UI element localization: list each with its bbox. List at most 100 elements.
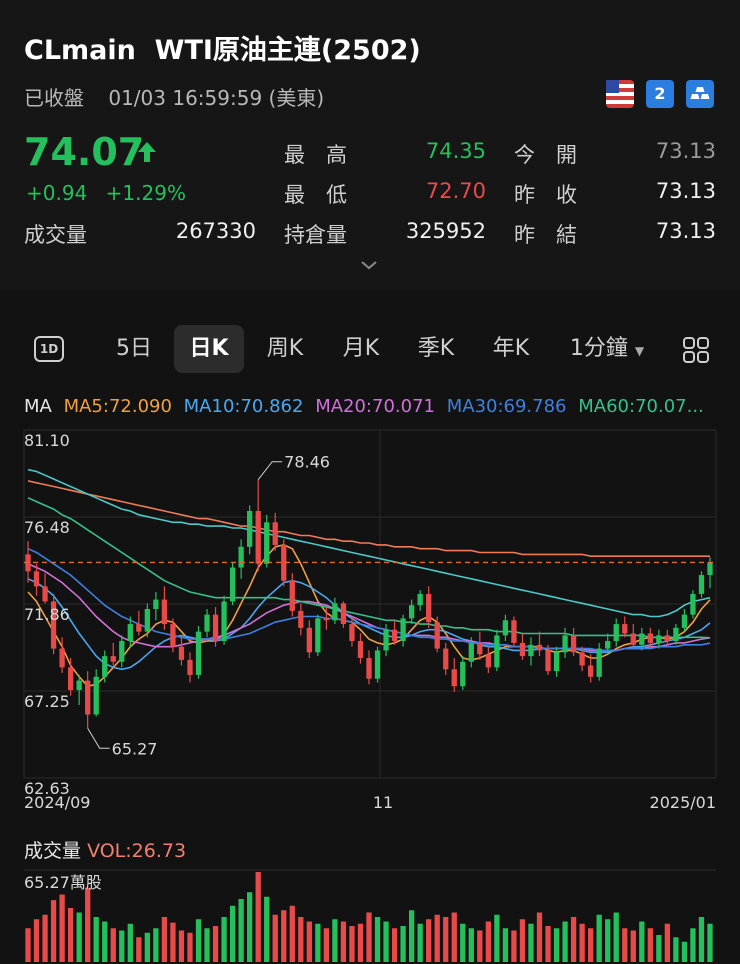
candle-body: [119, 641, 125, 662]
volume-bar: [519, 919, 526, 962]
change-amount: +0.94: [26, 181, 88, 205]
tab-weekly-k[interactable]: 周K: [254, 325, 316, 373]
quote-header: CLmain WTI原油主連(2502) 已收盤 01/03 16:59:59 …: [0, 0, 740, 290]
volume-bar: [76, 912, 82, 962]
volume-bar: [67, 908, 74, 962]
ma10-value: MA10:70.862: [183, 396, 304, 417]
candle-body: [451, 669, 457, 687]
level2-label: 2: [654, 84, 666, 103]
volume-bar: [579, 923, 585, 962]
low-value: 72.70: [425, 179, 486, 203]
candle-body: [127, 624, 133, 642]
high-value: 74.35: [425, 139, 486, 163]
y-tick-label: 81.10: [24, 431, 70, 450]
candlestick-chart[interactable]: 78.4665.27 81.1076.4871.8667.2562.63 202…: [0, 420, 740, 820]
volume-bar: [622, 928, 628, 962]
tab-daily-k[interactable]: 日K: [174, 325, 244, 373]
candle-body: [161, 599, 168, 625]
volume-bar: [272, 914, 278, 962]
volume-bar: [229, 905, 236, 962]
candle-body: [323, 618, 330, 621]
tab-quarterly-k[interactable]: 季K: [405, 325, 467, 373]
volume-bar: [127, 923, 133, 962]
candle-body: [357, 641, 364, 658]
low-label: 最 低: [284, 183, 347, 207]
candle-body: [494, 635, 500, 668]
volume-bar: [485, 921, 491, 962]
volume-bar: [178, 930, 185, 962]
volume-bar: [391, 928, 398, 962]
status-text: 已收盤: [24, 86, 84, 110]
volume-bar: [639, 921, 645, 962]
volume-bar: [562, 921, 568, 962]
gold-bars-icon[interactable]: [686, 80, 714, 108]
ma-legend: MA MA5:72.090 MA10:70.862 MA20:70.071 MA…: [24, 396, 724, 417]
candle-body: [647, 633, 653, 643]
instrument-name: WTI原油主連(2502): [154, 35, 421, 66]
1d-toggle-icon[interactable]: 1D: [34, 336, 64, 362]
tab-minute-label: 1分鐘: [569, 336, 628, 361]
chevron-down-icon[interactable]: [360, 258, 378, 272]
x-tick-label: 2024/09: [24, 793, 90, 812]
prev-close-label: 昨 收: [514, 183, 577, 207]
candle-body: [178, 646, 185, 660]
volume-bar: [25, 928, 31, 962]
ma5-value: MA5:72.090: [63, 396, 172, 417]
candle-body: [408, 605, 415, 619]
volume-bar: [50, 900, 57, 962]
candle-body: [289, 580, 295, 611]
chart-grid: [23, 429, 717, 779]
candle-body: [545, 650, 551, 672]
volume-bar: [323, 928, 330, 962]
symbol: CLmain: [24, 35, 136, 66]
volume-chart[interactable]: 65.27萬股: [0, 866, 740, 964]
candle-body: [528, 644, 534, 657]
tab-5day[interactable]: 5日: [104, 325, 164, 373]
candle-body: [536, 644, 543, 651]
volume-bar: [306, 921, 312, 962]
volume-bar: [102, 921, 108, 962]
tab-yearly-k[interactable]: 年K: [480, 325, 542, 373]
us-flag-icon[interactable]: [606, 80, 634, 108]
candle-body: [238, 546, 244, 568]
volume-bar: [588, 928, 594, 962]
prev-settle-label: 昨 結: [514, 223, 577, 247]
candle-body: [690, 593, 696, 615]
candle-body: [664, 635, 671, 642]
volume-bar: [110, 928, 116, 962]
candle-body: [630, 633, 636, 645]
candle-body: [153, 599, 159, 609]
level2-icon[interactable]: 2: [646, 80, 674, 108]
low-annotation: 65.27: [112, 739, 158, 758]
candle-body: [264, 522, 270, 564]
volume-bar: [400, 926, 406, 962]
grid-icon[interactable]: [682, 336, 710, 364]
volume-bar: [298, 917, 304, 962]
instrument-title: CLmain WTI原油主連(2502): [24, 28, 421, 67]
change-percent: +1.29%: [105, 181, 186, 205]
y-tick-label: 67.25: [24, 692, 70, 711]
volume-bar: [221, 917, 227, 962]
volume-bar: [85, 887, 91, 962]
prev-close-value: 73.13: [655, 179, 716, 203]
volume-bar: [605, 919, 611, 962]
candle-body: [332, 603, 338, 621]
volume-bar: [374, 917, 381, 962]
y-tick-label: 71.86: [24, 605, 70, 624]
volume-bar: [664, 923, 671, 962]
volume-bar: [187, 932, 193, 962]
candle-body: [605, 641, 611, 649]
oi-label: 持倉量: [284, 223, 347, 247]
annotations: 78.46 65.27: [24, 453, 716, 758]
volume-bar: [315, 923, 321, 962]
candle-body: [67, 667, 74, 691]
period-tabs: 1D 5日 日K 周K 月K 季K 年K 1分鐘 ▼: [0, 320, 740, 378]
tab-monthly-k[interactable]: 月K: [330, 325, 392, 373]
volume-label: 成交量: [24, 223, 87, 247]
volume-bar: [383, 921, 389, 962]
tab-minute-dropdown[interactable]: 1分鐘 ▼: [562, 325, 652, 373]
volume-bar: [212, 926, 219, 962]
candle-body: [33, 571, 40, 587]
candle-body: [170, 624, 176, 647]
candle-body: [579, 652, 585, 666]
